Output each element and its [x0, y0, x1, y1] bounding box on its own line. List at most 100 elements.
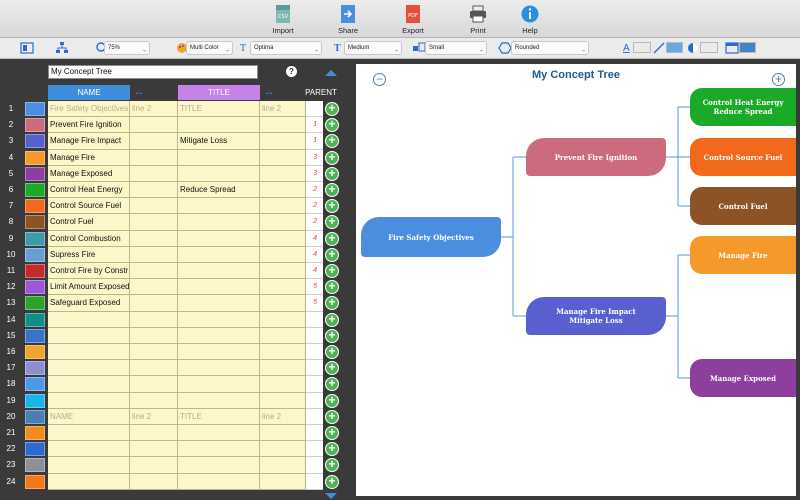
name-cell[interactable] [48, 441, 130, 458]
add-row-button[interactable]: + [325, 215, 339, 230]
name-cell[interactable]: Control Fuel [48, 214, 130, 231]
name-cell[interactable]: Control Source Fuel [48, 198, 130, 215]
add-row-button[interactable]: + [325, 393, 339, 408]
parent-cell[interactable] [306, 392, 323, 409]
parent-cell[interactable]: 5 [306, 295, 323, 312]
title-cell[interactable] [178, 425, 260, 442]
resize-arrows-icon[interactable]: ↔ [260, 85, 278, 100]
add-row-button[interactable]: + [325, 409, 339, 424]
title-line2-cell[interactable] [260, 311, 306, 328]
name-cell[interactable]: Safeguard Exposed [48, 295, 130, 312]
title-cell[interactable] [178, 165, 260, 182]
name-cell[interactable] [48, 376, 130, 393]
layout-icon[interactable] [725, 41, 739, 55]
share-button[interactable]: Share [323, 4, 373, 35]
add-row-button[interactable]: + [325, 280, 339, 295]
row-color-swatch[interactable] [25, 231, 45, 246]
name-line2-cell[interactable] [130, 295, 178, 312]
row-color-swatch[interactable] [25, 393, 45, 408]
title-cell[interactable] [178, 149, 260, 166]
font-size-select[interactable]: Small [425, 41, 487, 55]
name-line2-cell[interactable] [130, 214, 178, 231]
name-line2-cell[interactable] [130, 149, 178, 166]
name-cell[interactable] [48, 457, 130, 474]
concept-node[interactable]: Control Heat Energy Reduce Spread [690, 88, 796, 126]
row-color-swatch[interactable] [25, 102, 45, 116]
add-row-button[interactable]: + [325, 312, 339, 327]
font-color-swatch[interactable] [633, 42, 651, 53]
name-cell[interactable]: Manage Exposed [48, 165, 130, 182]
name-line2-cell[interactable] [130, 263, 178, 280]
parent-cell[interactable] [306, 360, 323, 377]
name-line2-cell[interactable] [130, 230, 178, 247]
add-row-button[interactable]: + [325, 199, 339, 214]
parent-cell[interactable] [306, 376, 323, 393]
parent-cell[interactable]: 3 [306, 149, 323, 166]
name-line2-cell[interactable] [130, 117, 178, 134]
name-line2-cell[interactable]: line 2 [130, 408, 178, 425]
parent-cell[interactable]: 2 [306, 214, 323, 231]
name-cell[interactable]: Control Heat Energy [48, 182, 130, 199]
concept-node[interactable]: Fire Safety Objectives [361, 217, 501, 257]
row-color-swatch[interactable] [25, 247, 45, 262]
scroll-down-arrow-icon[interactable] [325, 493, 337, 499]
map-title-input[interactable]: My Concept Tree [48, 65, 258, 79]
title-cell[interactable] [178, 392, 260, 409]
name-cell[interactable] [48, 360, 130, 377]
title-line2-cell[interactable] [260, 473, 306, 490]
title-cell[interactable] [178, 246, 260, 263]
name-cell[interactable] [48, 473, 130, 490]
row-color-swatch[interactable] [25, 458, 45, 473]
name-line2-cell[interactable] [130, 425, 178, 442]
title-cell[interactable] [178, 230, 260, 247]
title-line2-cell[interactable] [260, 295, 306, 312]
parent-cell[interactable] [306, 344, 323, 361]
row-color-swatch[interactable] [25, 134, 45, 149]
title-line2-cell[interactable] [260, 263, 306, 280]
title-cell[interactable] [178, 344, 260, 361]
sidebar-toggle-icon[interactable] [20, 41, 34, 55]
add-row-button[interactable]: + [325, 345, 339, 359]
name-cell[interactable]: NAME [48, 408, 130, 425]
name-line2-cell[interactable] [130, 360, 178, 377]
title-line2-cell[interactable] [260, 425, 306, 442]
title-cell[interactable] [178, 473, 260, 490]
name-cell[interactable] [48, 425, 130, 442]
parent-cell[interactable] [306, 311, 323, 328]
title-cell[interactable] [178, 198, 260, 215]
resize-arrows-icon[interactable]: ↔ [130, 85, 148, 100]
name-line2-cell[interactable] [130, 165, 178, 182]
add-row-button[interactable]: + [325, 166, 339, 181]
name-line2-cell[interactable] [130, 457, 178, 474]
name-line2-cell[interactable] [130, 376, 178, 393]
row-color-swatch[interactable] [25, 426, 45, 440]
row-color-swatch[interactable] [25, 474, 45, 489]
name-line2-cell[interactable] [130, 279, 178, 296]
title-cell[interactable] [178, 457, 260, 474]
parent-cell[interactable]: 4 [306, 263, 323, 280]
title-cell[interactable] [178, 295, 260, 312]
title-line2-cell[interactable]: line 2 [260, 408, 306, 425]
title-cell[interactable] [178, 311, 260, 328]
row-color-swatch[interactable] [25, 264, 45, 278]
font-select[interactable]: Optima [250, 41, 322, 55]
concept-node[interactable]: Manage Fire Impact Mitigate Loss [526, 297, 666, 335]
name-line2-cell[interactable] [130, 392, 178, 409]
concept-node[interactable]: Prevent Fire Ignition [526, 138, 666, 176]
import-button[interactable]: CSV Import [258, 4, 308, 35]
name-cell[interactable]: Fire Safety Objectives [48, 101, 130, 118]
zoom-select[interactable]: 75% [104, 41, 150, 55]
help-icon[interactable]: ? [286, 66, 297, 77]
expand-icon[interactable]: + [772, 73, 785, 86]
name-cell[interactable] [48, 392, 130, 409]
concept-node[interactable]: Control Source Fuel [690, 138, 796, 176]
row-color-swatch[interactable] [25, 361, 45, 376]
name-cell[interactable]: Prevent Fire Ignition [48, 117, 130, 134]
title-line2-cell[interactable] [260, 327, 306, 344]
parent-cell[interactable] [306, 408, 323, 425]
row-color-swatch[interactable] [25, 377, 45, 392]
name-line2-cell[interactable] [130, 473, 178, 490]
row-color-swatch[interactable] [25, 183, 45, 197]
title-line2-cell[interactable] [260, 360, 306, 377]
fill-color-swatch[interactable] [700, 42, 718, 53]
